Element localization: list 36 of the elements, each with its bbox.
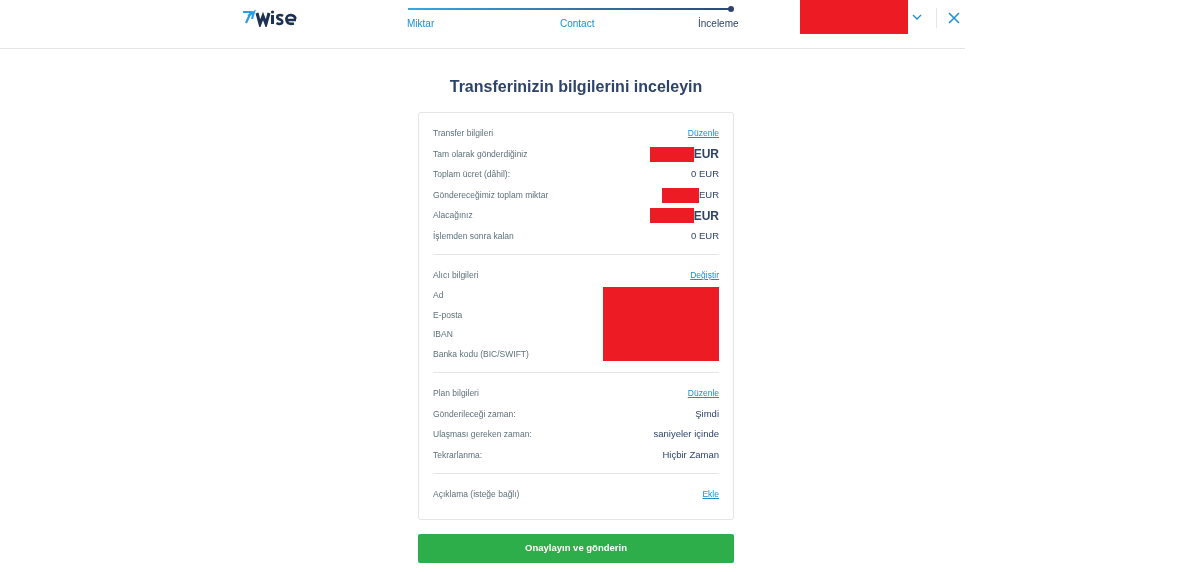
field-label: IBAN [433, 328, 454, 341]
section-heading: Açıklama (isteğe bağlı) [433, 488, 520, 501]
step-label[interactable]: İnceleme [698, 16, 739, 31]
field-value: EUR [698, 187, 719, 202]
confirm-button[interactable]: Onaylayın ve gönderin [418, 534, 734, 563]
field-label: E-posta [433, 308, 464, 322]
field-label: Alacağınız [433, 209, 473, 222]
edit-link[interactable]: Düzenle [687, 387, 719, 400]
field-label: Ad [433, 289, 445, 302]
step-label[interactable]: Contact [560, 16, 595, 31]
field-value: EUR [693, 207, 719, 225]
wise-logo-icon[interactable] [242, 9, 298, 27]
edit-link[interactable]: Değiştir [690, 269, 719, 282]
field-value: 0 EUR [691, 228, 719, 243]
section-heading: Alıcı bilgileri [433, 269, 479, 282]
field-label: Toplam ücret (dâhil): [433, 168, 510, 181]
field-label: Gönderileceği zaman: [433, 407, 516, 421]
field-value: 0 EUR [691, 167, 719, 182]
field-label: Banka kodu (BIC/SWIFT) [433, 347, 529, 361]
field-label: Tekrarlanma: [433, 448, 483, 462]
edit-link[interactable]: Düzenle [687, 127, 719, 140]
step-label[interactable]: Miktar [407, 16, 435, 31]
edit-link[interactable]: Ekle [702, 488, 719, 501]
field-label: İşlemden sonra kalan [433, 229, 514, 243]
close-icon[interactable] [948, 12, 960, 24]
field-label: Göndereceğimiz toplam miktar [433, 188, 549, 202]
field-value: Şimdi [695, 406, 719, 421]
chevron-down-icon[interactable] [912, 14, 922, 21]
field-label: Ulaşması gereken zaman: [433, 428, 532, 441]
field-value: saniyeler içinde [653, 427, 719, 442]
field-label: Tam olarak gönderdiğiniz [433, 147, 528, 161]
field-value: EUR [693, 146, 719, 163]
field-value: Hiçbir Zaman [662, 447, 719, 462]
section-heading: Plan bilgileri [433, 387, 479, 400]
page-title: Transferinizin bilgilerini inceleyin [449, 77, 703, 97]
section-heading: Transfer bilgileri [433, 127, 494, 140]
